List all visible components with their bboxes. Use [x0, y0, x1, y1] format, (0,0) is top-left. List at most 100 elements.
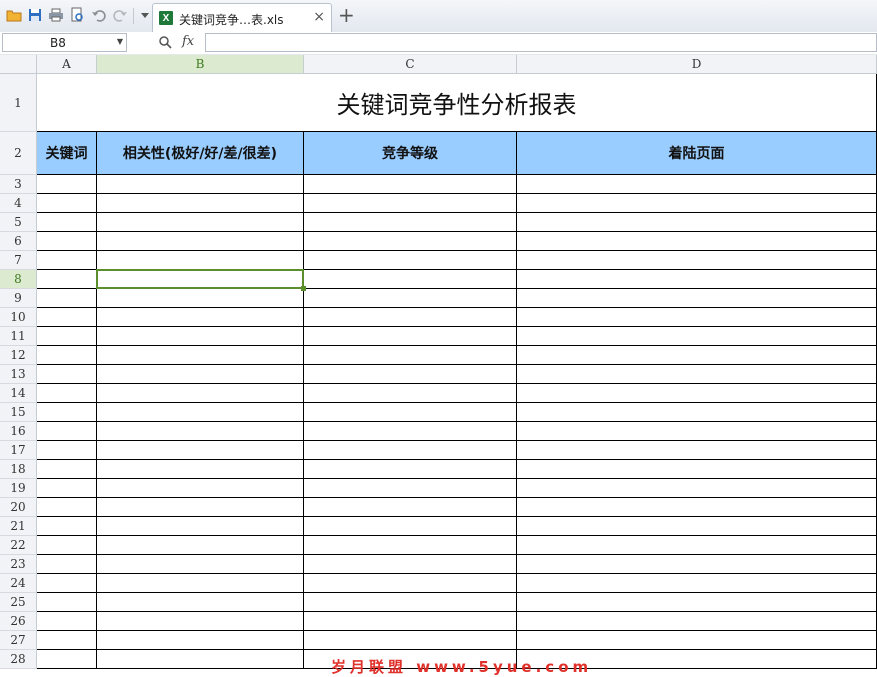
cell-d24[interactable] — [517, 574, 877, 593]
header-cell-c[interactable]: 竞争等级 — [304, 132, 517, 175]
cell-a6[interactable] — [37, 232, 97, 251]
cell-a3[interactable] — [37, 175, 97, 194]
cell-c18[interactable] — [304, 460, 517, 479]
row-header-10[interactable]: 10 — [0, 308, 37, 327]
row-header-5[interactable]: 5 — [0, 213, 37, 232]
cell-d13[interactable] — [517, 365, 877, 384]
report-title[interactable]: 关键词竞争性分析报表 — [37, 74, 877, 132]
cell-a19[interactable] — [37, 479, 97, 498]
cell-a14[interactable] — [37, 384, 97, 403]
column-header-a[interactable]: A — [37, 55, 97, 74]
row-header-20[interactable]: 20 — [0, 498, 37, 517]
cell-d5[interactable] — [517, 213, 877, 232]
cell-a4[interactable] — [37, 194, 97, 213]
row-header-21[interactable]: 21 — [0, 517, 37, 536]
row-header-27[interactable]: 27 — [0, 631, 37, 650]
cell-a16[interactable] — [37, 422, 97, 441]
cell-c13[interactable] — [304, 365, 517, 384]
cell-d3[interactable] — [517, 175, 877, 194]
cell-c12[interactable] — [304, 346, 517, 365]
row-header-9[interactable]: 9 — [0, 289, 37, 308]
row-header-28[interactable]: 28 — [0, 650, 37, 669]
cell-b4[interactable] — [97, 194, 304, 213]
cell-d8[interactable] — [517, 270, 877, 289]
cell-d11[interactable] — [517, 327, 877, 346]
row-header-2[interactable]: 2 — [0, 132, 37, 175]
cell-c26[interactable] — [304, 612, 517, 631]
cell-b10[interactable] — [97, 308, 304, 327]
cell-c23[interactable] — [304, 555, 517, 574]
cell-b25[interactable] — [97, 593, 304, 612]
cell-c22[interactable] — [304, 536, 517, 555]
column-header-d[interactable]: D — [517, 55, 877, 74]
cell-d4[interactable] — [517, 194, 877, 213]
cell-c21[interactable] — [304, 517, 517, 536]
cell-d25[interactable] — [517, 593, 877, 612]
row-header-12[interactable]: 12 — [0, 346, 37, 365]
cell-b19[interactable] — [97, 479, 304, 498]
cell-b22[interactable] — [97, 536, 304, 555]
cell-d20[interactable] — [517, 498, 877, 517]
row-header-18[interactable]: 18 — [0, 460, 37, 479]
cell-a15[interactable] — [37, 403, 97, 422]
cell-b27[interactable] — [97, 631, 304, 650]
cell-d7[interactable] — [517, 251, 877, 270]
cell-c3[interactable] — [304, 175, 517, 194]
cell-d23[interactable] — [517, 555, 877, 574]
cell-d12[interactable] — [517, 346, 877, 365]
cell-c4[interactable] — [304, 194, 517, 213]
cell-b21[interactable] — [97, 517, 304, 536]
cell-b16[interactable] — [97, 422, 304, 441]
cell-a22[interactable] — [37, 536, 97, 555]
cell-b17[interactable] — [97, 441, 304, 460]
row-header-14[interactable]: 14 — [0, 384, 37, 403]
column-header-b[interactable]: B — [97, 55, 304, 74]
cell-b24[interactable] — [97, 574, 304, 593]
row-header-23[interactable]: 23 — [0, 555, 37, 574]
cell-c25[interactable] — [304, 593, 517, 612]
cell-d22[interactable] — [517, 536, 877, 555]
cell-b20[interactable] — [97, 498, 304, 517]
row-header-7[interactable]: 7 — [0, 251, 37, 270]
row-header-25[interactable]: 25 — [0, 593, 37, 612]
cell-a20[interactable] — [37, 498, 97, 517]
row-header-26[interactable]: 26 — [0, 612, 37, 631]
cell-c5[interactable] — [304, 213, 517, 232]
cell-a28[interactable] — [37, 650, 97, 669]
row-header-17[interactable]: 17 — [0, 441, 37, 460]
cell-b23[interactable] — [97, 555, 304, 574]
cell-d18[interactable] — [517, 460, 877, 479]
row-header-13[interactable]: 13 — [0, 365, 37, 384]
cell-c8[interactable] — [304, 270, 517, 289]
cell-b12[interactable] — [97, 346, 304, 365]
cell-a13[interactable] — [37, 365, 97, 384]
cell-d17[interactable] — [517, 441, 877, 460]
cell-b28[interactable] — [97, 650, 304, 669]
row-header-19[interactable]: 19 — [0, 479, 37, 498]
cell-d27[interactable] — [517, 631, 877, 650]
cell-b26[interactable] — [97, 612, 304, 631]
header-cell-d[interactable]: 着陆页面 — [517, 132, 877, 175]
cell-b8[interactable] — [97, 270, 304, 289]
cell-a10[interactable] — [37, 308, 97, 327]
cell-c17[interactable] — [304, 441, 517, 460]
cell-a21[interactable] — [37, 517, 97, 536]
cell-c7[interactable] — [304, 251, 517, 270]
cell-b18[interactable] — [97, 460, 304, 479]
cell-d21[interactable] — [517, 517, 877, 536]
select-all-corner[interactable] — [0, 55, 37, 74]
cell-c9[interactable] — [304, 289, 517, 308]
cell-a27[interactable] — [37, 631, 97, 650]
cell-b5[interactable] — [97, 213, 304, 232]
cell-a23[interactable] — [37, 555, 97, 574]
cell-b13[interactable] — [97, 365, 304, 384]
cell-b9[interactable] — [97, 289, 304, 308]
cell-c6[interactable] — [304, 232, 517, 251]
cell-a25[interactable] — [37, 593, 97, 612]
cell-b6[interactable] — [97, 232, 304, 251]
cell-d10[interactable] — [517, 308, 877, 327]
row-header-8[interactable]: 8 — [0, 270, 37, 289]
cell-c16[interactable] — [304, 422, 517, 441]
cell-a26[interactable] — [37, 612, 97, 631]
row-header-3[interactable]: 3 — [0, 175, 37, 194]
